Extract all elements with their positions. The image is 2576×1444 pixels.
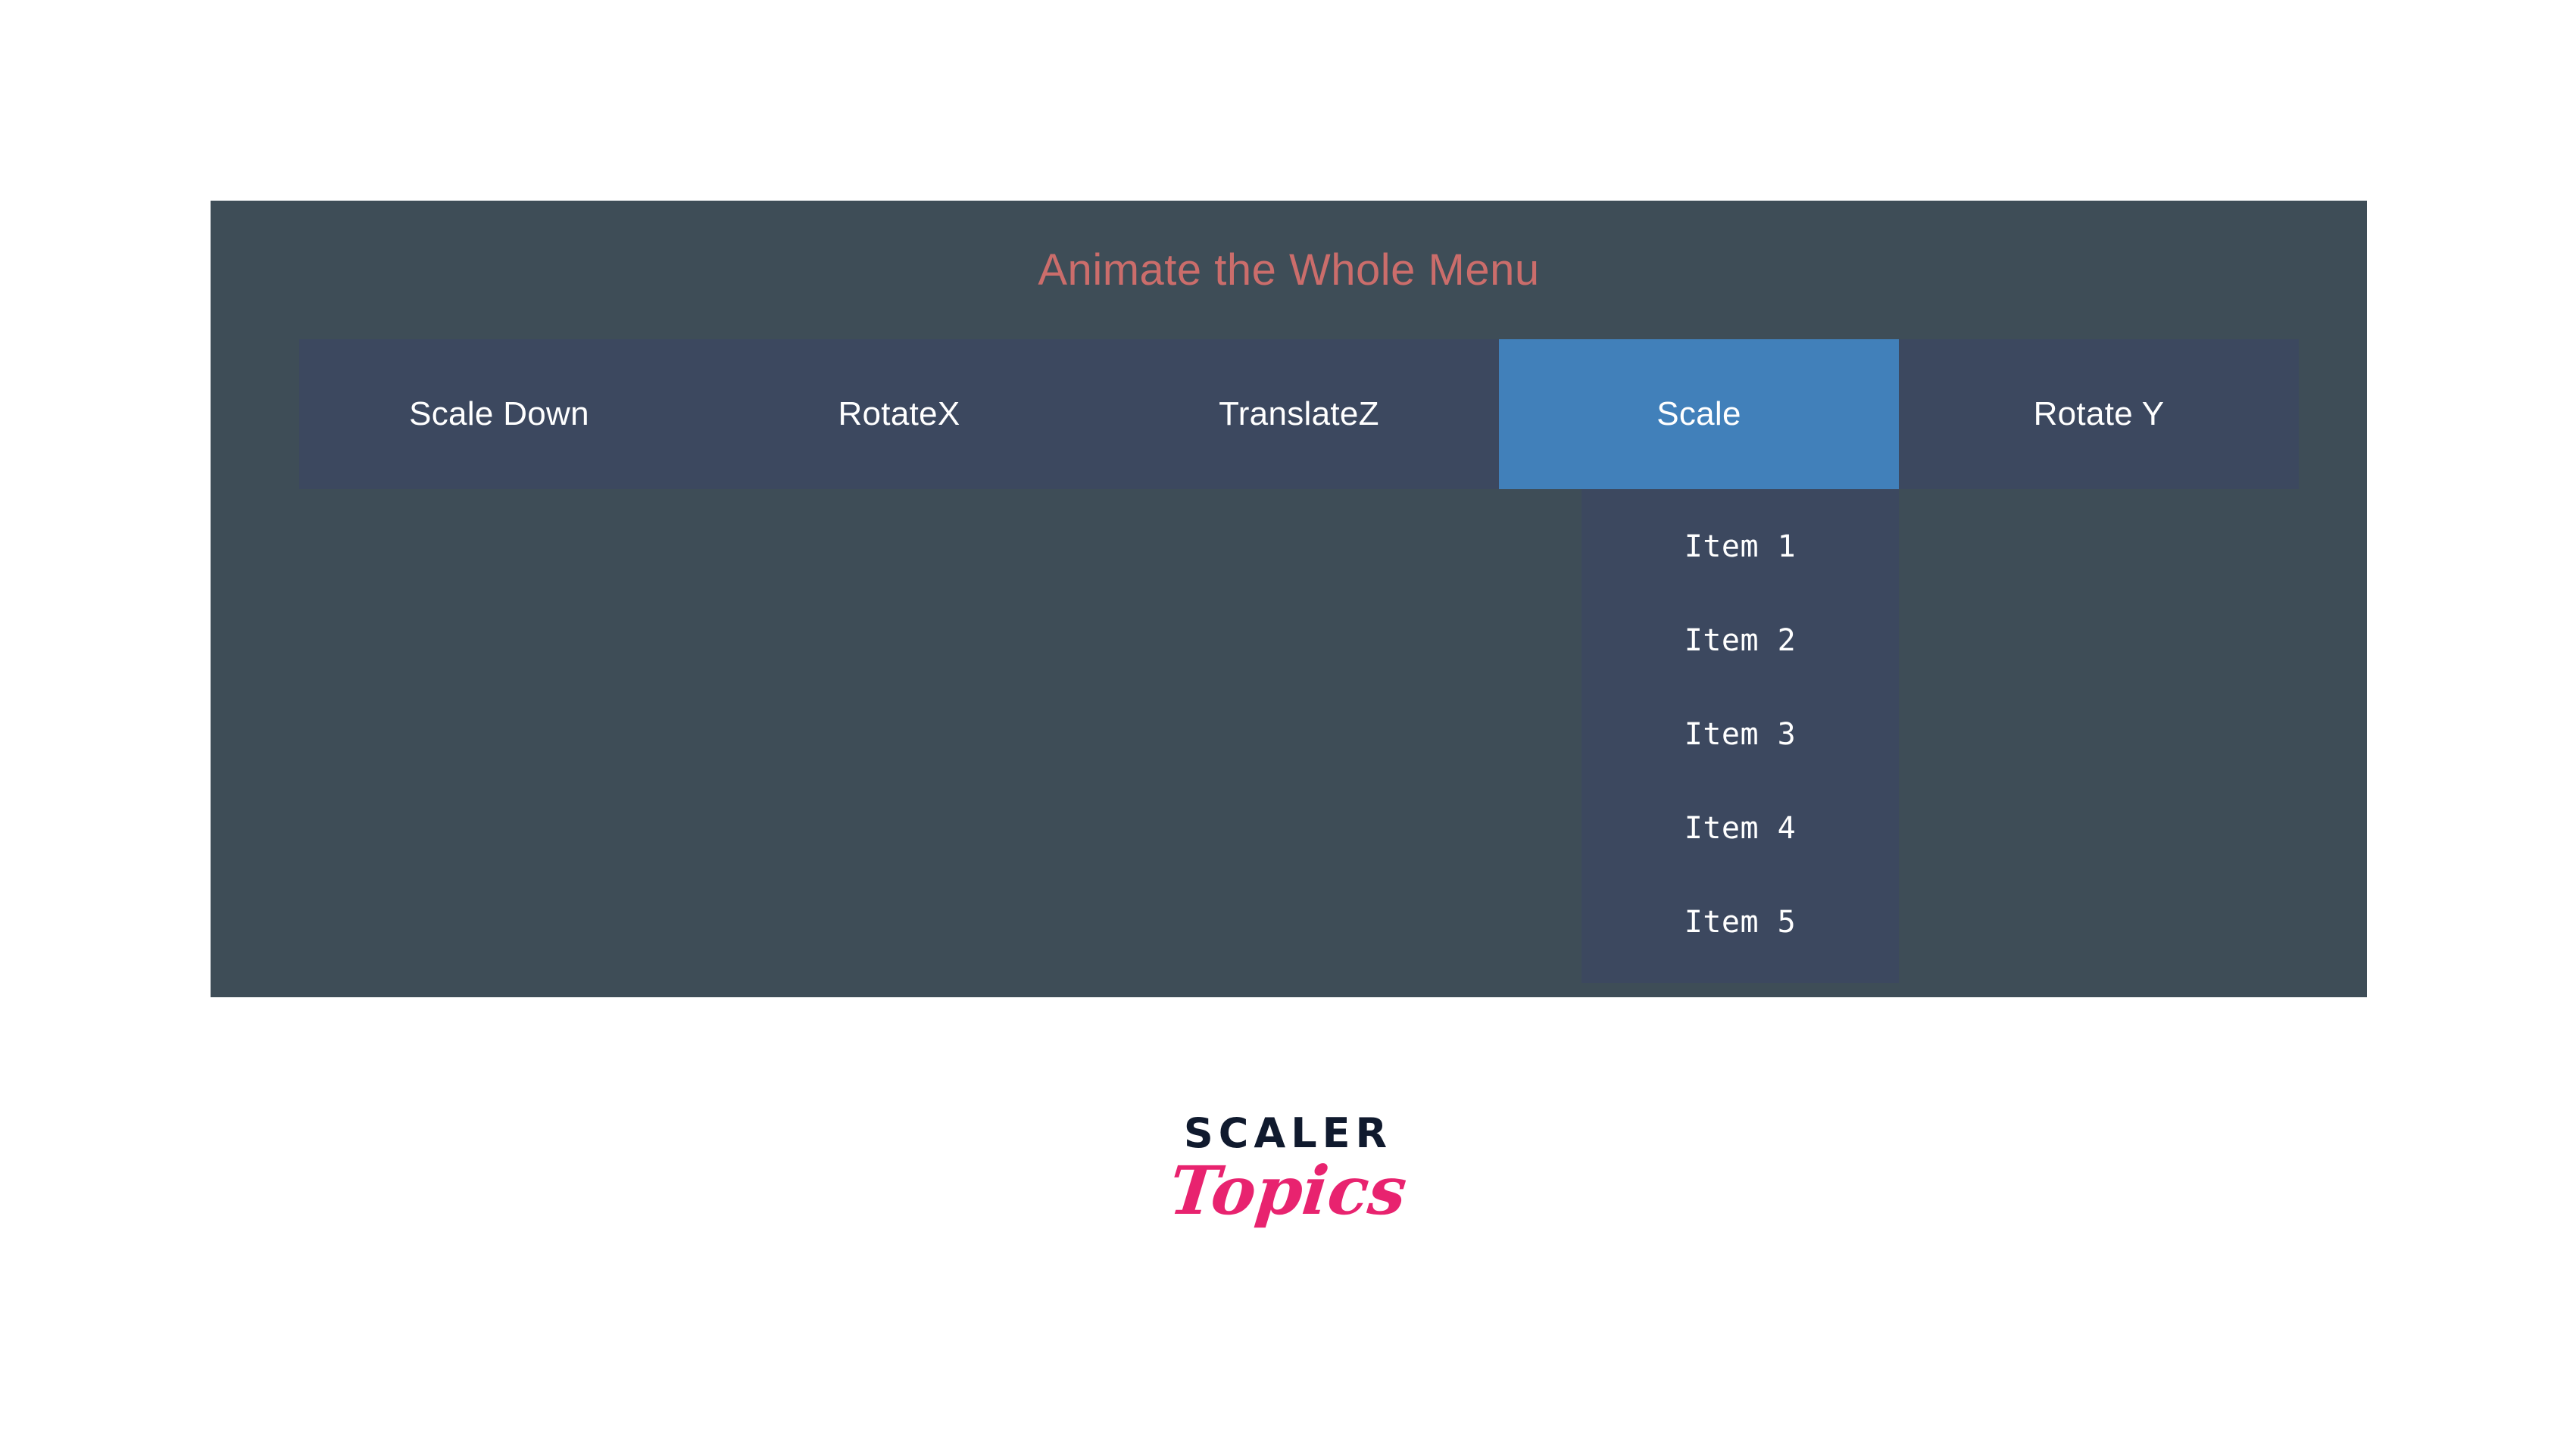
dropdown-item-label: Item 1 (1684, 529, 1797, 564)
menu-tab-rotatex[interactable]: RotateX (699, 339, 1099, 489)
menu-tab-label: Scale (1656, 395, 1741, 432)
dropdown-item-label: Item 3 (1684, 717, 1797, 752)
brand-wordmark-topics: Topics (1165, 1151, 1411, 1230)
dropdown-item-4[interactable]: Item 4 (1582, 781, 1899, 875)
dropdown-item-5[interactable]: Item 5 (1582, 875, 1899, 969)
menu-tab-label: RotateX (838, 395, 960, 432)
dropdown-item-1[interactable]: Item 1 (1582, 500, 1899, 594)
brand-wordmark-scaler: SCALER (1183, 1109, 1393, 1157)
menu-tab-rotate-y[interactable]: Rotate Y (1899, 339, 2299, 489)
scale-dropdown-panel: Item 1 Item 2 Item 3 Item 4 Item 5 (1582, 489, 1899, 983)
dropdown-item-3[interactable]: Item 3 (1582, 688, 1899, 781)
menu-tab-label: Rotate Y (2033, 395, 2165, 432)
navigation-menu-bar: Scale Down RotateX TranslateZ Scale Rota… (299, 339, 2299, 489)
menu-tab-label: TranslateZ (1219, 395, 1379, 432)
menu-tab-label: Scale Down (409, 395, 589, 432)
dropdown-item-label: Item 2 (1684, 623, 1797, 658)
menu-demo-stage: Animate the Whole Menu Scale Down Rotate… (211, 201, 2367, 997)
menu-tab-scale-down[interactable]: Scale Down (299, 339, 699, 489)
menu-tab-scale[interactable]: Scale (1499, 339, 1899, 489)
dropdown-item-2[interactable]: Item 2 (1582, 594, 1899, 688)
page-title: Animate the Whole Menu (1038, 245, 1540, 295)
menu-tab-translatez[interactable]: TranslateZ (1099, 339, 1499, 489)
scaler-topics-logo: SCALER Topics (0, 1109, 2576, 1230)
dropdown-item-label: Item 5 (1684, 905, 1797, 940)
dropdown-item-label: Item 4 (1684, 811, 1797, 846)
